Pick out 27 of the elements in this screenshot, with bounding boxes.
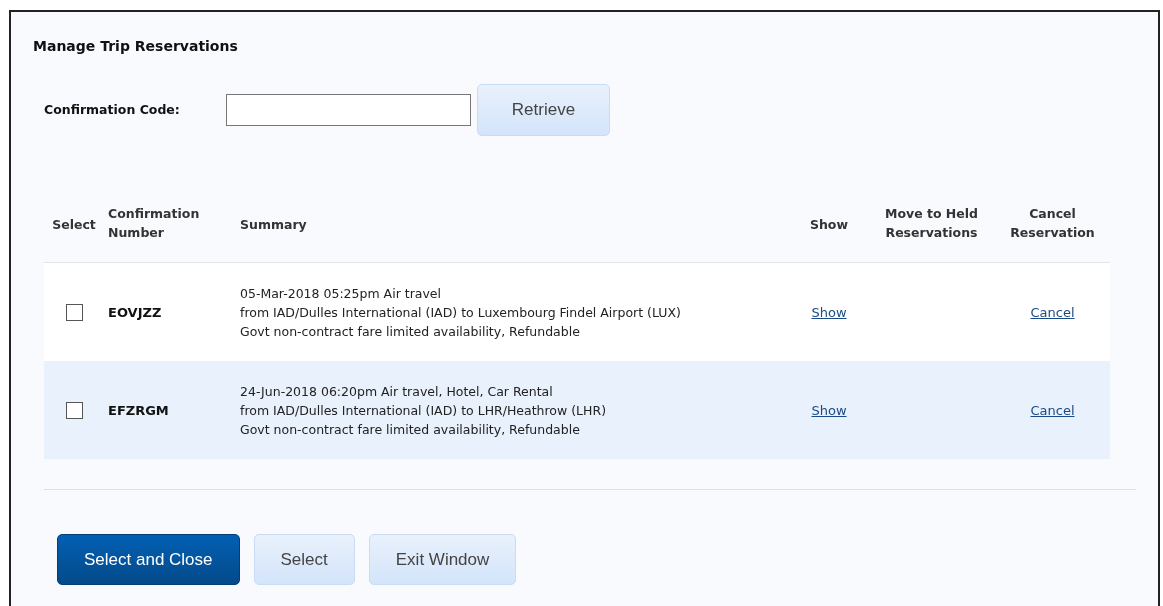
summary-line: from IAD/Dulles International (IAD) to LHR/Heathrow (LHR) — [240, 401, 607, 420]
retrieve-button[interactable]: Retrieve — [477, 84, 610, 136]
summary-line: Govt non-contract fare limited availability, Refundable — [240, 420, 581, 439]
confirmation-number: EFZRGM — [108, 403, 169, 418]
summary-line: 24-Jun-2018 06:20pm Air travel, Hotel, Car Rental — [240, 382, 554, 401]
show-link[interactable]: Show — [811, 403, 847, 418]
show-link[interactable]: Show — [811, 305, 847, 320]
confirmation-code-field[interactable] — [226, 94, 471, 126]
field-label: Confirmation Code: — [44, 100, 181, 119]
confirmation-number: EOVJZZ — [108, 305, 162, 320]
column-header: Confirmation Number — [108, 204, 201, 242]
cancel-link[interactable]: Cancel — [1030, 403, 1075, 418]
action-button[interactable]: Select and Close — [57, 534, 240, 585]
summary-line: from IAD/Dulles International (IAD) to Luxembourg Findel Airport (LUX) — [240, 303, 682, 322]
action-button[interactable]: Exit Window — [368, 534, 517, 585]
summary-line: 05-Mar-2018 05:25pm Air travel — [240, 284, 442, 303]
column-header: Select — [52, 215, 96, 234]
dialog-title: Manage Trip Reservations — [33, 37, 239, 56]
column-header: Summary — [240, 215, 307, 234]
column-header: Move to Held Reservations — [883, 204, 980, 242]
action-button[interactable]: Select — [253, 534, 355, 585]
column-header: Cancel Reservation — [1009, 204, 1096, 242]
summary-line: Govt non-contract fare limited availability, Refundable — [240, 322, 581, 341]
column-header: Show — [809, 215, 848, 234]
row-checkbox[interactable] — [65, 401, 83, 419]
cancel-link[interactable]: Cancel — [1030, 305, 1075, 320]
row-checkbox[interactable] — [65, 303, 83, 321]
